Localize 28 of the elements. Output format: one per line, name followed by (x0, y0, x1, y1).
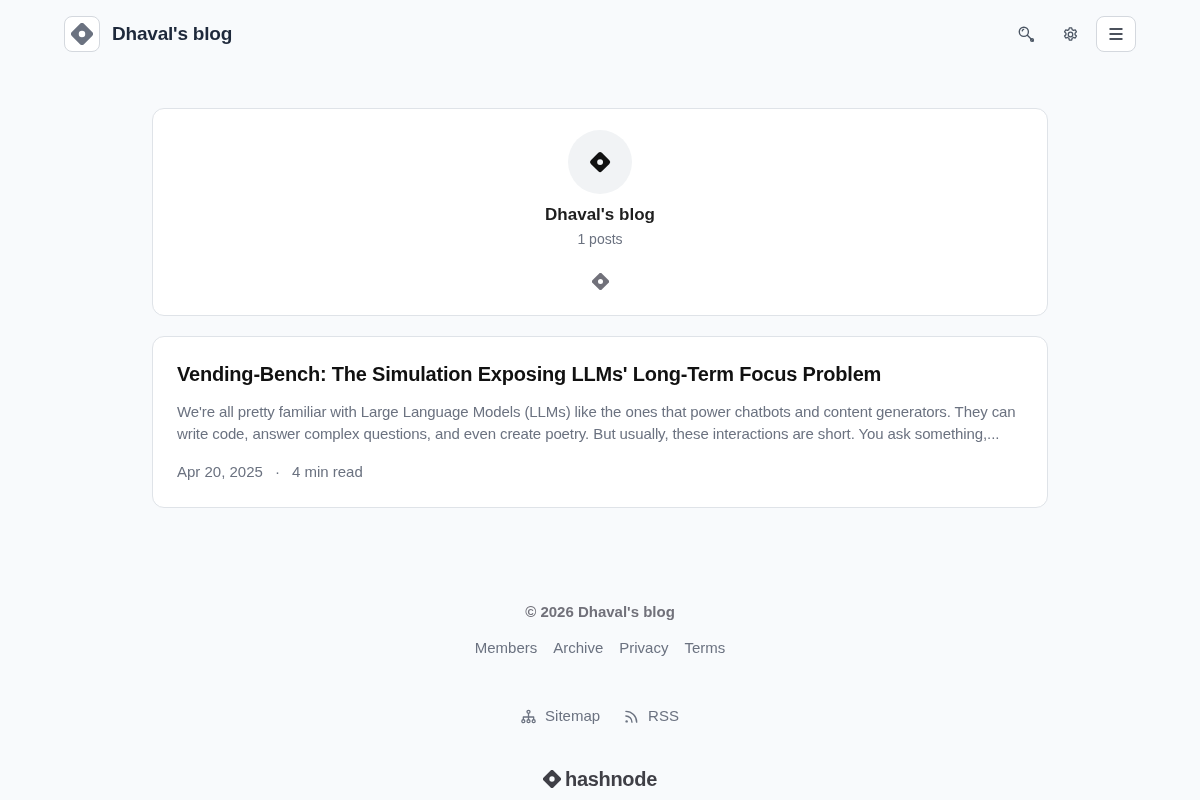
footer-link[interactable]: Archive (553, 638, 604, 658)
logo-button[interactable] (64, 16, 100, 52)
sitemap-link[interactable]: Sitemap (521, 706, 601, 726)
menu-button[interactable] (1096, 16, 1136, 52)
post-count: 1 posts (577, 230, 623, 249)
footer-link[interactable]: Members (474, 638, 538, 658)
rss-link[interactable]: RSS (624, 706, 679, 726)
read-time: 4 min read (291, 462, 363, 482)
sitemap-icon (521, 708, 537, 724)
search-icon (1017, 25, 1035, 43)
diamond-icon[interactable] (591, 273, 609, 290)
diamond-avatar-icon (568, 130, 632, 194)
diamond-icon (542, 770, 561, 788)
profile-name: Dhaval's blog (545, 204, 655, 226)
menu-icon (1109, 28, 1123, 40)
separator-dot: · (273, 462, 281, 482)
diamond-icon (71, 23, 93, 45)
rss-icon (624, 708, 640, 724)
footer-link[interactable]: Privacy (619, 638, 669, 658)
copyright-text: © 2026 Dhaval's blog (525, 602, 675, 622)
brand-wordmark[interactable]: hashnode (564, 768, 658, 790)
blog-title[interactable]: Dhaval's blog (112, 23, 233, 45)
post-date: Apr 20, 2025 (177, 462, 263, 482)
settings-icon (1061, 25, 1079, 43)
footer-link[interactable]: Terms (684, 638, 726, 658)
post-card[interactable] (152, 336, 1048, 508)
post-title-link[interactable]: Vending-Bench: The Simulation Exposing LLMs' Long-Term Focus Problem (177, 360, 1023, 388)
post-excerpt: We're all pretty familiar with Large Language Models (LLMs) like the ones that power chatbots and content generators. They can write code, answer complex questions, and even create poetry. But usually, these interactions are short. You ask something,... (177, 402, 1017, 444)
